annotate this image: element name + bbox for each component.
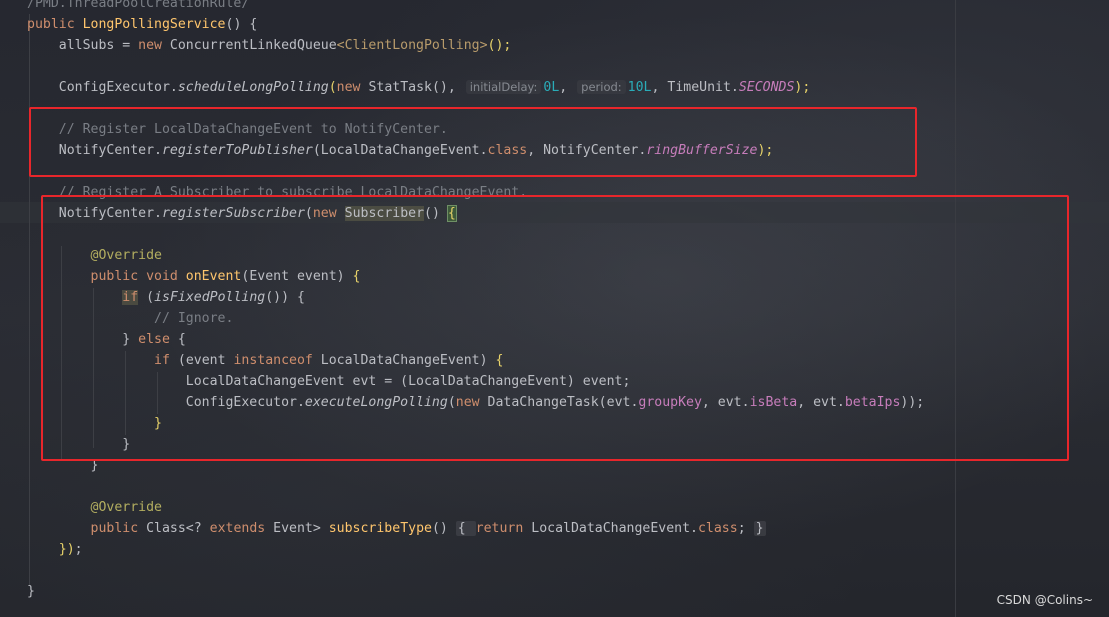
code-token: () { bbox=[225, 17, 258, 32]
code-token: scheduleLongPolling bbox=[177, 80, 329, 95]
code-token: ; bbox=[74, 542, 83, 557]
code-token: , TimeUnit. bbox=[651, 80, 739, 95]
code-token: <ClientLongPolling> bbox=[336, 38, 488, 53]
code-token: return bbox=[475, 521, 532, 536]
code-token: (); bbox=[487, 38, 512, 53]
code-line[interactable]: @Override bbox=[27, 497, 924, 518]
code-token: { bbox=[455, 521, 476, 536]
code-token: SECONDS bbox=[738, 80, 795, 95]
code-line[interactable] bbox=[27, 56, 924, 77]
code-token: }) bbox=[58, 542, 75, 557]
annotation-box-register-subscriber bbox=[41, 195, 1069, 461]
code-token: ; bbox=[737, 521, 754, 536]
watermark: CSDN @Colins~ bbox=[996, 593, 1093, 607]
code-token: } bbox=[27, 584, 35, 599]
code-line[interactable]: }); bbox=[27, 539, 924, 560]
code-line[interactable]: ConfigExecutor.scheduleLongPolling(new S… bbox=[27, 77, 924, 98]
code-token: 0L bbox=[543, 80, 560, 95]
code-token: @Override bbox=[27, 500, 162, 515]
code-token: Class<? bbox=[146, 521, 210, 536]
code-token: LocalDataChangeEvent. bbox=[531, 521, 698, 536]
code-token: new bbox=[336, 80, 369, 95]
annotation-box-register-publisher bbox=[29, 107, 917, 177]
code-token: ( bbox=[328, 80, 337, 95]
parameter-hint: period: bbox=[577, 80, 626, 94]
code-line[interactable]: /PMD.ThreadPoolCreationRule/ bbox=[27, 0, 924, 14]
code-token: class bbox=[697, 521, 738, 536]
code-token: ConfigExecutor. bbox=[27, 80, 178, 95]
code-token: StatTask(), bbox=[368, 80, 464, 95]
code-token: LongPollingService bbox=[82, 17, 226, 32]
parameter-hint: initialDelay: bbox=[465, 80, 542, 94]
code-line[interactable]: allSubs = new ConcurrentLinkedQueue<Clie… bbox=[27, 35, 924, 56]
code-line[interactable] bbox=[27, 476, 924, 497]
code-token: } bbox=[753, 521, 766, 536]
code-line[interactable]: public LongPollingService() { bbox=[27, 14, 924, 35]
code-token: allSubs = bbox=[27, 38, 139, 53]
code-token: Event> bbox=[273, 521, 329, 536]
code-token: public bbox=[27, 521, 147, 536]
code-line[interactable]: } bbox=[27, 581, 924, 602]
code-token: extends bbox=[209, 521, 274, 536]
code-token: ConcurrentLinkedQueue bbox=[169, 38, 337, 53]
code-token: , bbox=[559, 80, 576, 95]
code-token: /PMD.ThreadPoolCreationRule/ bbox=[27, 0, 250, 11]
code-token: ); bbox=[794, 80, 811, 95]
code-token: public bbox=[27, 17, 83, 32]
code-token: () bbox=[431, 521, 456, 536]
code-token: new bbox=[138, 38, 170, 53]
code-line[interactable]: public Class<? extends Event> subscribeT… bbox=[27, 518, 924, 539]
code-line[interactable] bbox=[27, 560, 924, 581]
code-token: 10L bbox=[627, 80, 652, 95]
code-token: subscribeType bbox=[328, 521, 432, 536]
